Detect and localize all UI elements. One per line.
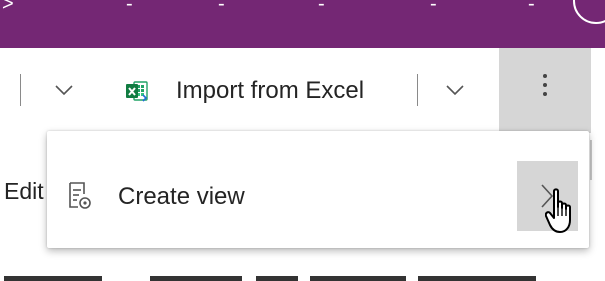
edit-button-label[interactable]: Edit xyxy=(4,178,44,205)
import-button-label: Import from Excel xyxy=(176,77,365,104)
profile-avatar[interactable] xyxy=(573,0,605,24)
cropped-content-row xyxy=(0,262,605,281)
view-document-icon xyxy=(69,182,91,209)
app-bar-fragment: > xyxy=(2,0,14,15)
command-separator xyxy=(417,74,418,106)
app-bar-fragment: - xyxy=(528,0,535,15)
app-bar-fragment: - xyxy=(430,0,437,15)
hand-pointer-icon xyxy=(545,188,571,233)
more-commands-flyout: Create view xyxy=(47,131,589,248)
app-header-bar: > - - - - - xyxy=(0,0,605,48)
chevron-down-icon[interactable] xyxy=(50,76,78,104)
app-bar-fragment: - xyxy=(126,0,133,15)
excel-icon xyxy=(126,81,148,102)
chevron-down-icon[interactable] xyxy=(441,76,469,104)
more-commands-button[interactable] xyxy=(499,48,591,133)
create-view-label: Create view xyxy=(118,183,245,210)
app-bar-fragment: - xyxy=(318,0,325,15)
menu-item-create-view[interactable]: Create view xyxy=(47,131,589,248)
command-separator xyxy=(20,74,21,106)
command-bar: Import from Excel xyxy=(0,48,605,134)
app-bar-fragment: - xyxy=(218,0,225,15)
panel-border xyxy=(590,140,592,180)
